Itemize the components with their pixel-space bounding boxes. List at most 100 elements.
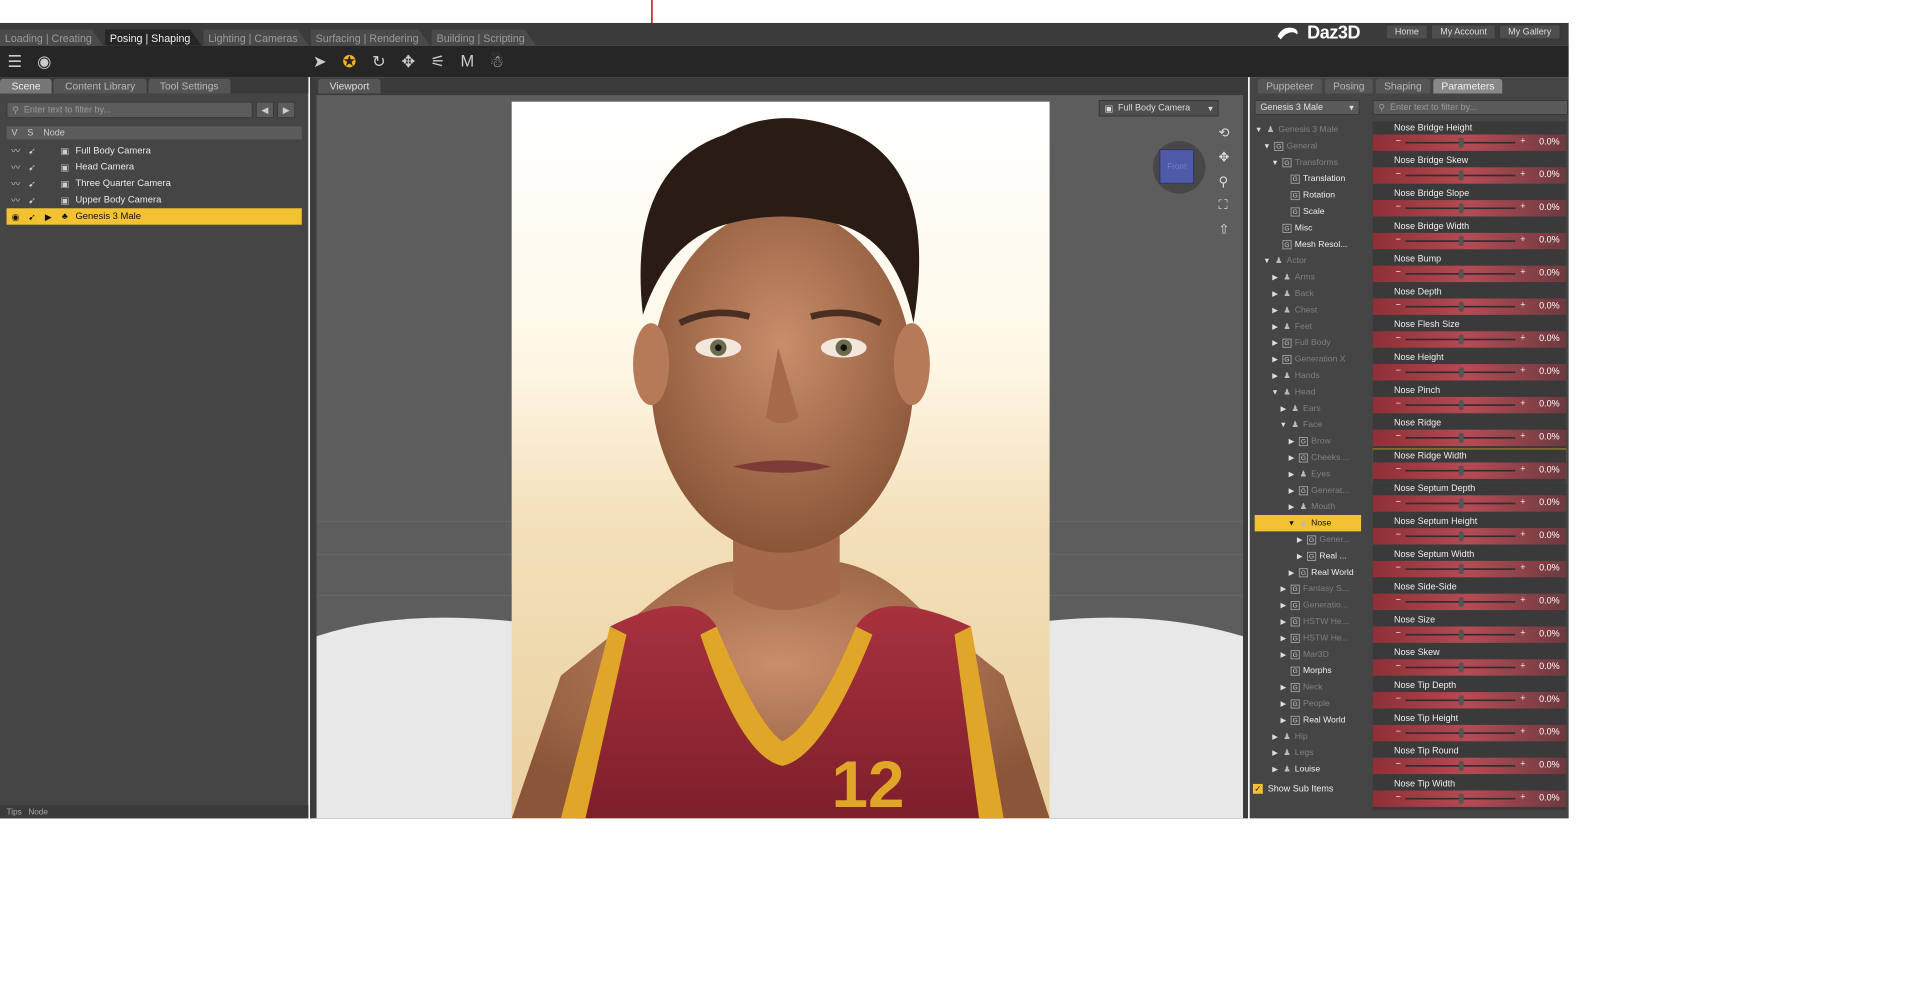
- expand-arrow-icon[interactable]: ▶: [1296, 551, 1304, 560]
- eye-icon[interactable]: 〰: [10, 144, 21, 157]
- pan-icon[interactable]: ✥: [1219, 149, 1230, 165]
- expand-arrow-icon[interactable]: ▶: [1279, 617, 1287, 626]
- increment-icon[interactable]: +: [1520, 202, 1525, 212]
- my-account-link[interactable]: My Account: [1431, 24, 1496, 40]
- parameter-value[interactable]: 0.0%: [1539, 203, 1560, 213]
- morph-tool-icon[interactable]: M: [453, 49, 483, 74]
- expand-arrow-icon[interactable]: ▶: [1271, 355, 1279, 364]
- expand-arrow-icon[interactable]: ▶: [1271, 732, 1279, 741]
- parameter-slider[interactable]: Nose Tip Round − +0.0%: [1372, 744, 1567, 778]
- increment-icon[interactable]: +: [1520, 628, 1525, 638]
- expand-arrow-icon[interactable]: ▼: [1255, 125, 1263, 133]
- parameter-value[interactable]: 0.0%: [1539, 760, 1560, 770]
- expand-arrow-icon[interactable]: ▶: [1287, 568, 1295, 577]
- parameter-slider[interactable]: Nose Flesh Size − +0.0%: [1372, 318, 1567, 351]
- pointer-icon[interactable]: ➹: [26, 162, 37, 173]
- parameter-slider[interactable]: Nose Bridge Skew − +0.0%: [1372, 154, 1567, 187]
- expand-arrow-icon[interactable]: ▶: [1279, 584, 1287, 593]
- tab-node[interactable]: Node: [28, 807, 48, 816]
- tree-node[interactable]: ▼ G General: [1255, 138, 1362, 154]
- parameter-slider[interactable]: Nose Size − +0.0%: [1372, 613, 1567, 647]
- slider-track[interactable]: − +0.0%: [1372, 692, 1567, 709]
- tab-parameters[interactable]: Parameters: [1433, 78, 1503, 94]
- slider-handle[interactable]: [1458, 695, 1464, 706]
- zoom-icon[interactable]: ⚲: [1219, 174, 1230, 190]
- decrement-icon[interactable]: −: [1396, 300, 1401, 310]
- parameter-value[interactable]: 0.0%: [1539, 301, 1560, 311]
- slider-handle[interactable]: [1458, 137, 1464, 148]
- tree-node[interactable]: ▶ G HSTW He...: [1255, 613, 1362, 629]
- slider-track[interactable]: − +0.0%: [1372, 724, 1567, 742]
- tree-node[interactable]: ▶ ♟ Back: [1255, 285, 1362, 301]
- figure-selector[interactable]: Genesis 3 Male ▾: [1254, 100, 1360, 115]
- tree-node[interactable]: G Translation: [1255, 171, 1362, 187]
- decrement-icon[interactable]: −: [1396, 628, 1401, 638]
- decrement-icon[interactable]: −: [1396, 202, 1401, 212]
- parameter-value[interactable]: 0.0%: [1539, 367, 1560, 377]
- slider-track[interactable]: − +0.0%: [1372, 232, 1567, 250]
- expand-arrow-icon[interactable]: ▼: [1263, 142, 1271, 150]
- slider-handle[interactable]: [1458, 629, 1464, 640]
- universal-tool-icon[interactable]: ✪: [335, 49, 365, 74]
- slider-track[interactable]: − +0.0%: [1372, 757, 1567, 775]
- tree-node[interactable]: ▶ G Mar3D: [1255, 646, 1362, 662]
- decrement-icon[interactable]: −: [1396, 464, 1401, 474]
- slider-track[interactable]: − +0.0%: [1372, 659, 1567, 676]
- workspace-tab-loading[interactable]: Loading | Creating: [0, 30, 103, 46]
- tab-tips[interactable]: Tips: [7, 807, 22, 816]
- increment-icon[interactable]: +: [1520, 366, 1525, 376]
- slider-handle[interactable]: [1458, 662, 1464, 673]
- parameter-value[interactable]: 0.0%: [1539, 793, 1560, 803]
- tab-shaping[interactable]: Shaping: [1375, 78, 1430, 94]
- decrement-icon[interactable]: −: [1396, 530, 1401, 540]
- expand-arrow-icon[interactable]: ▶: [1287, 502, 1295, 511]
- scene-node-row[interactable]: 〰 ➹ ▣ Head Camera: [7, 159, 302, 175]
- scene-search-input[interactable]: ⚲ Enter text to filter by...: [6, 101, 253, 119]
- camera-selector[interactable]: ▣ Full Body Camera ▾: [1098, 100, 1219, 117]
- increment-icon[interactable]: +: [1520, 169, 1525, 179]
- workspace-tab-surfacing[interactable]: Surfacing | Rendering: [311, 30, 430, 46]
- decrement-icon[interactable]: −: [1396, 333, 1401, 343]
- tree-node[interactable]: ▶ G Neck: [1255, 679, 1362, 695]
- expand-arrow-icon[interactable]: ▼: [1263, 257, 1271, 265]
- slider-handle[interactable]: [1458, 268, 1464, 279]
- decrement-icon[interactable]: −: [1396, 759, 1401, 769]
- show-sub-items-toggle[interactable]: ✓ Show Sub Items: [1252, 783, 1333, 794]
- slider-track[interactable]: − +0.0%: [1372, 134, 1567, 151]
- decrement-icon[interactable]: −: [1396, 136, 1401, 146]
- parameter-slider[interactable]: Nose Bridge Height − +0.0%: [1372, 121, 1567, 155]
- increment-icon[interactable]: +: [1520, 563, 1525, 573]
- parameter-value[interactable]: 0.0%: [1539, 268, 1560, 278]
- parameter-slider[interactable]: Nose Septum Depth − +0.0%: [1372, 482, 1567, 515]
- tree-node[interactable]: ▼ ♟ Actor: [1255, 253, 1362, 269]
- orbit-icon[interactable]: ⟲: [1219, 125, 1230, 141]
- decrement-icon[interactable]: −: [1396, 399, 1401, 409]
- tree-node[interactable]: G Misc: [1255, 220, 1362, 236]
- slider-handle[interactable]: [1458, 793, 1464, 804]
- slider-track[interactable]: − +0.0%: [1372, 167, 1567, 184]
- tab-scene[interactable]: Scene: [0, 78, 53, 94]
- slider-track[interactable]: − +0.0%: [1372, 331, 1567, 348]
- slider-track[interactable]: − +0.0%: [1372, 364, 1567, 381]
- tree-node[interactable]: G Rotation: [1255, 187, 1362, 203]
- parameter-value[interactable]: 0.0%: [1539, 727, 1560, 737]
- tree-node[interactable]: ▶ G HSTW He...: [1255, 630, 1362, 646]
- expand-arrow-icon[interactable]: ▶: [1287, 453, 1295, 462]
- parameter-slider[interactable]: Nose Depth − +0.0%: [1372, 285, 1567, 319]
- increment-icon[interactable]: +: [1520, 727, 1525, 737]
- slider-handle[interactable]: [1458, 728, 1464, 738]
- tree-node[interactable]: ▶ G Fantasy S...: [1255, 581, 1362, 597]
- parameter-value[interactable]: 0.0%: [1539, 432, 1560, 442]
- expand-arrow-icon[interactable]: ▶: [1296, 535, 1304, 544]
- parameter-value[interactable]: 0.0%: [1539, 629, 1560, 639]
- increment-icon[interactable]: +: [1520, 530, 1525, 540]
- next-arrow-button[interactable]: ▶: [277, 101, 296, 119]
- tab-content-library[interactable]: Content Library: [53, 78, 147, 94]
- expand-arrow-icon[interactable]: ▶: [1287, 437, 1295, 446]
- increment-icon[interactable]: +: [1520, 136, 1525, 146]
- increment-icon[interactable]: +: [1520, 399, 1525, 409]
- expand-arrow-icon[interactable]: ▶: [1279, 683, 1287, 692]
- parameter-slider[interactable]: Nose Side-Side − +0.0%: [1372, 580, 1567, 614]
- slider-handle[interactable]: [1458, 170, 1464, 181]
- rotate-tool-icon[interactable]: ↻: [364, 49, 394, 74]
